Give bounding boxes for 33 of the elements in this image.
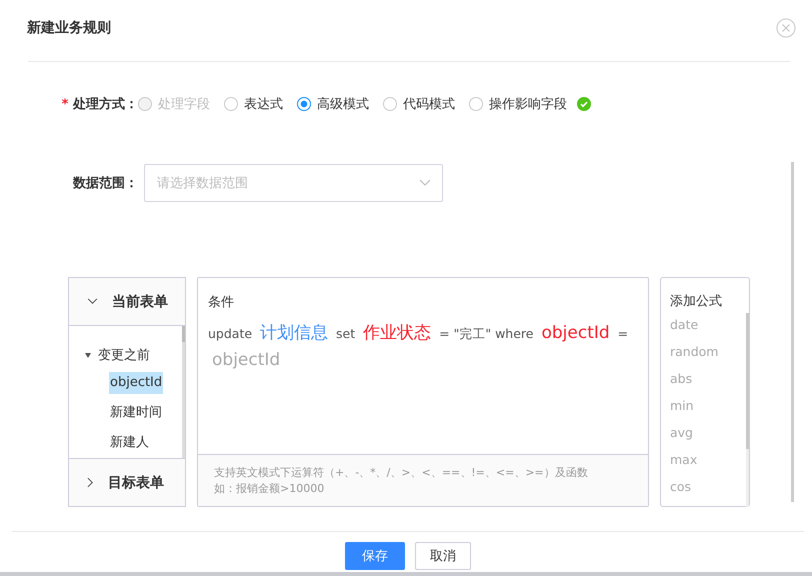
chevron-down-icon: [419, 179, 431, 187]
editor-title: 条件: [207, 294, 235, 311]
formula-title: 添加公式: [670, 293, 723, 310]
close-icon[interactable]: [776, 18, 796, 38]
section-header[interactable]: 当前表单: [69, 278, 185, 326]
sql-keyword: set: [336, 326, 356, 341]
radio-option[interactable]: 高级模式: [297, 95, 369, 113]
sql-keyword: =: [618, 326, 628, 341]
section-header[interactable]: 目标表单: [69, 458, 185, 506]
cancel-button[interactable]: 取消: [415, 542, 471, 570]
hint-text: 支持英文模式下运算符（+、-、*、/、>、<、==、!=、<=、>=）及函数: [214, 465, 589, 481]
field-value: objectId: [212, 350, 280, 370]
condition-editor[interactable]: 条件 update 计划信息 set 作业状态 = "完工" where objectId = objectId 支持英文模式下运算符（+、-、*、/、>、<、==、!=、<=、>=）及函数 如：报销金额>10000: [197, 277, 649, 507]
radio-option[interactable]: 表达式: [224, 95, 283, 113]
hint-text: 如：报销金额>10000: [214, 481, 326, 497]
field-name: objectId: [541, 323, 610, 343]
field-name: 作业状态: [363, 322, 432, 344]
tree-item[interactable]: 新建时间: [109, 402, 163, 424]
dialog-title: 新建业务规则: [27, 18, 111, 36]
data-range-select[interactable]: 请选择数据范围: [144, 164, 443, 202]
radio-option[interactable]: 操作影响字段: [469, 95, 567, 113]
table-name: 计划信息: [260, 322, 328, 344]
field-label: 数据范围：: [72, 175, 138, 192]
tree-item[interactable]: objectId: [109, 372, 164, 394]
tree-node[interactable]: 变更之前: [69, 346, 185, 364]
check-icon: [577, 97, 591, 111]
sql-keyword: = "完工" where: [439, 326, 534, 343]
field-label: * 处理方式：: [60, 96, 138, 113]
sql-keyword: update: [208, 326, 252, 341]
chevron-right-icon: [87, 477, 94, 488]
radio-option[interactable]: 代码模式: [383, 95, 455, 113]
tree-item[interactable]: 新建人: [109, 432, 150, 454]
chevron-down-icon: [87, 298, 98, 305]
